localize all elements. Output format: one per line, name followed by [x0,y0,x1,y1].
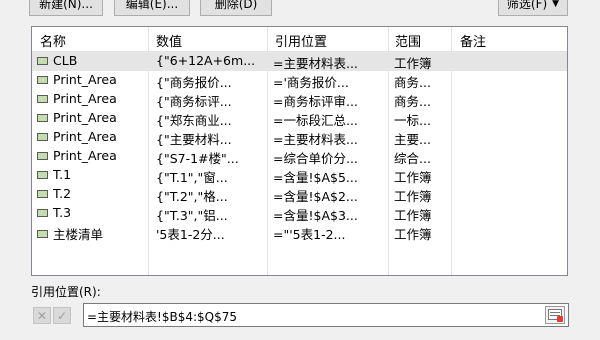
delete-button[interactable]: 删除(D) [200,0,272,16]
refers-to-cell: =主要材料表... [273,132,358,147]
named-range-icon [37,94,48,103]
scope-cell: 工作簿 [394,189,432,204]
refers-to-cell: =含量!$A$5... [273,170,358,185]
column-header-refers-to[interactable]: 引用位置 [275,31,327,50]
name-cell: T.2 [37,186,147,201]
name-cell: 主楼清单 [37,224,147,243]
scope-cell: 工作簿 [394,208,432,223]
name-text: Print_Area [53,129,117,144]
column-header-comment[interactable]: 备注 [460,31,486,50]
name-text: 主楼清单 [53,227,104,242]
scope-cell: 工作簿 [394,227,432,242]
refers-to-cell: =综合单价分... [273,151,358,166]
value-cell: {"S7-1#楼"... [156,151,239,166]
value-cell: {"郑东商业... [156,113,232,128]
named-range-icon [37,170,48,179]
name-cell: Print_Area [37,91,147,106]
value-cell: {"商务标评... [156,94,232,109]
refers-to-cell: ='商务报价... [273,75,349,90]
named-range-icon [37,189,48,198]
list-row[interactable]: 主楼清单 '5表1-2分... ="'5表1-2... 工作簿 [32,223,567,242]
name-text: T.1 [53,167,72,182]
scope-cell: 商务... [394,75,431,90]
delete-button-label: 删除(D) [214,0,258,11]
value-cell: {"T.3","铝... [156,208,228,223]
list-row[interactable]: Print_Area {"郑东商业... =一标段汇总... 一标... [32,109,567,128]
list-row[interactable]: T.3 {"T.3","铝... =含量!$A$3... 工作簿 [32,204,567,223]
refers-to-cell: =主要材料表... [273,56,358,71]
value-cell: '5表1-2分... [156,227,225,242]
filter-button-label: 筛选(F) [506,0,548,11]
list-row[interactable]: Print_Area {"商务标评... =商务标评审... 商务... [32,90,567,109]
cancel-x-icon[interactable]: ✕ [33,307,51,324]
names-list[interactable]: 名称 数值 引用位置 范围 备注 CLB {"6+12A+6m... =主要材料表.… [31,26,568,276]
refers-to-cell: =含量!$A$3... [273,208,358,223]
list-row[interactable]: CLB {"6+12A+6m... =主要材料表... 工作簿 [32,52,567,71]
name-text: T.3 [53,205,72,220]
name-cell: CLB [37,53,147,68]
column-header-scope[interactable]: 范围 [395,31,421,50]
refers-to-label: 引用位置(R): [31,285,101,299]
name-cell: T.3 [37,205,147,220]
named-range-icon [37,56,48,65]
named-range-icon [37,208,48,217]
list-row[interactable]: Print_Area {"商务报价... ='商务报价... 商务... [32,71,567,90]
named-range-icon [37,151,48,160]
edit-button[interactable]: 编辑(E)... [114,0,190,16]
scope-cell: 综合... [394,151,431,166]
scope-cell: 工作簿 [394,170,432,185]
named-range-icon [37,229,48,238]
name-text: Print_Area [53,110,117,125]
list-row[interactable]: T.1 {"T.1","窗... =含量!$A$5... 工作簿 [32,166,567,185]
refers-to-cell: ="'5表1-2... [273,227,346,242]
name-cell: Print_Area [37,148,147,163]
scope-cell: 一标... [394,113,431,128]
refers-to-cell: =一标段汇总... [273,113,358,128]
new-button[interactable]: 新建(N)... [29,0,103,16]
named-range-icon [37,113,48,122]
column-header-name[interactable]: 名称 [40,31,66,50]
scope-cell: 商务... [394,94,431,109]
name-cell: Print_Area [37,110,147,125]
value-cell: {"T.2","格... [156,189,228,204]
value-cell: {"T.1","窗... [156,170,228,185]
list-row[interactable]: T.2 {"T.2","格... =含量!$A$2... 工作簿 [32,185,567,204]
scope-cell: 工作簿 [394,56,432,71]
name-cell: T.1 [37,167,147,182]
value-cell: {"商务报价... [156,75,232,90]
new-button-label: 新建(N)... [39,0,93,11]
confirm-check-icon[interactable]: ✓ [53,307,71,324]
named-range-icon [37,75,48,84]
name-cell: Print_Area [37,129,147,144]
scope-cell: 主要... [394,132,431,147]
name-cell: Print_Area [37,72,147,87]
named-range-icon [37,132,48,141]
refers-to-cell: =含量!$A$2... [273,189,358,204]
value-cell: {"主要材料... [156,132,232,147]
edit-button-label: 编辑(E)... [125,0,179,11]
collapse-dialog-icon[interactable] [545,306,565,324]
list-row[interactable]: Print_Area {"S7-1#楼"... =综合单价分... 综合... [32,147,567,166]
name-text: Print_Area [53,148,117,163]
filter-button[interactable]: 筛选(F) ▼ [498,0,568,16]
name-text: Print_Area [53,72,117,87]
list-header: 名称 数值 引用位置 范围 备注 [32,27,567,52]
refers-to-input[interactable] [83,303,569,327]
dropdown-arrow-icon: ▼ [552,0,560,9]
value-cell: {"6+12A+6m... [156,53,256,68]
name-text: CLB [53,53,78,68]
name-text: T.2 [53,186,72,201]
column-header-value[interactable]: 数值 [156,31,182,50]
list-row[interactable]: Print_Area {"主要材料... =主要材料表... 主要... [32,128,567,147]
refers-to-cell: =商务标评审... [273,94,358,109]
name-text: Print_Area [53,91,117,106]
